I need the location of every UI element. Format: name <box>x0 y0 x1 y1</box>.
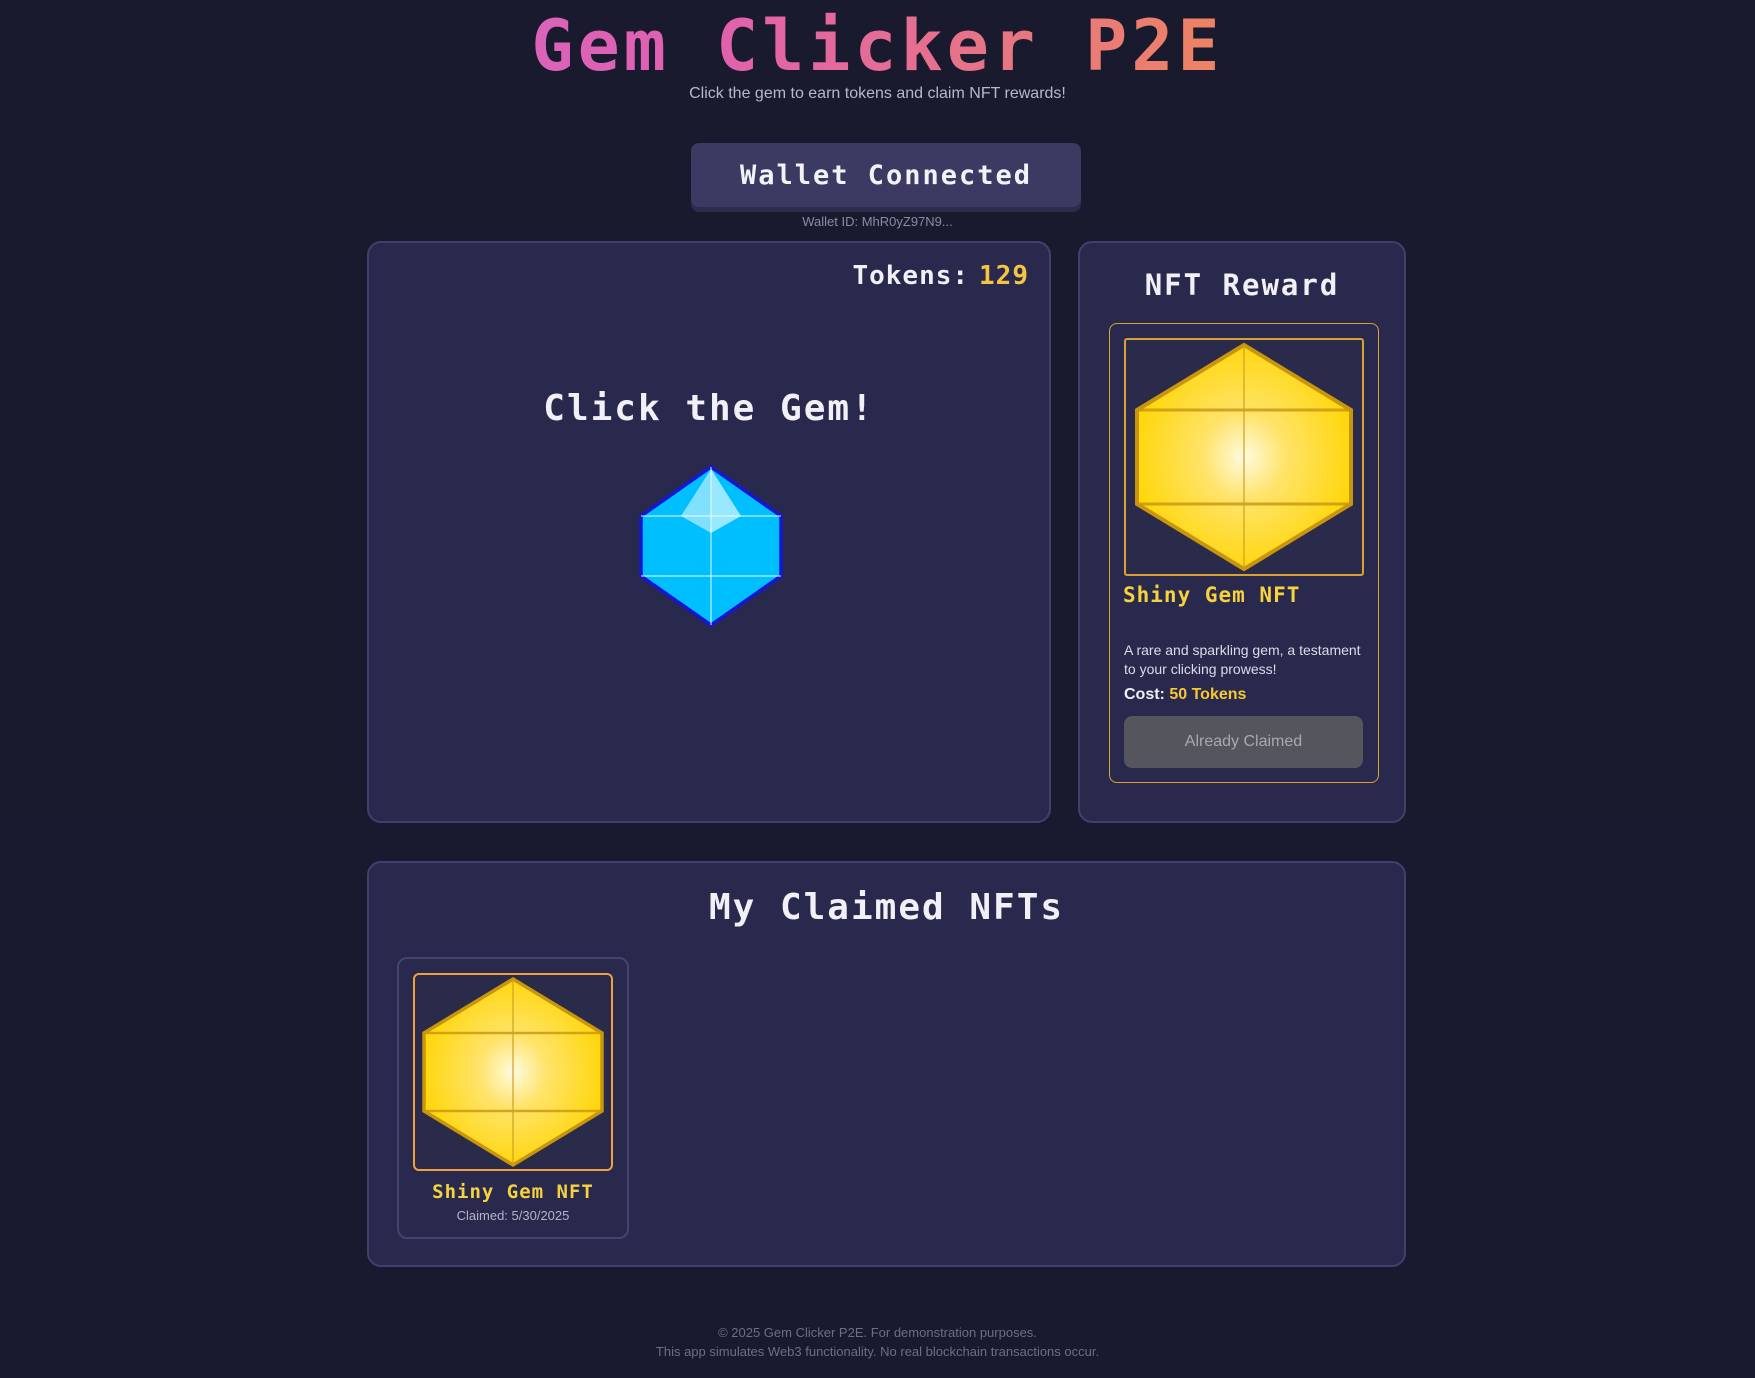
claimed-nfts-heading: My Claimed NFTs <box>708 887 1065 928</box>
claimed-nft-name: Shiny Gem NFT <box>432 1181 594 1203</box>
golden-gem-icon <box>422 976 604 1168</box>
gem-click-button[interactable] <box>637 463 785 629</box>
nft-cost-value: 50 Tokens <box>1169 686 1247 703</box>
nft-image <box>1124 338 1364 576</box>
nft-name: Shiny Gem NFT <box>1123 583 1301 607</box>
nft-cost: Cost: 50 Tokens <box>1124 686 1246 704</box>
nft-reward-panel: NFT Reward Shiny Gem NFT A rare and spar… <box>1078 241 1406 823</box>
claim-nft-button[interactable]: Already Claimed <box>1124 716 1363 768</box>
claimed-nft-date: Claimed: 5/30/2025 <box>456 1208 570 1223</box>
game-panel: Tokens: 129 Click the Gem! <box>367 241 1051 823</box>
claimed-nft-card[interactable]: Shiny Gem NFT Claimed: 5/30/2025 <box>397 957 629 1239</box>
nft-cost-label: Cost: <box>1124 686 1165 703</box>
wallet-connect-button[interactable]: Wallet Connected <box>691 143 1081 207</box>
tokens-value: 129 <box>979 261 1029 291</box>
click-prompt: Click the Gem! <box>543 388 875 429</box>
footer: © 2025 Gem Clicker P2E. For demonstratio… <box>0 1323 1755 1361</box>
claimed-nfts-panel: My Claimed NFTs Shiny Gem NFT Claimed: 5… <box>367 861 1406 1267</box>
wallet-id: Wallet ID: MhR0yZ97N9... <box>802 214 953 229</box>
app-title: Gem Clicker P2E <box>0 6 1755 86</box>
nft-description: A rare and sparkling gem, a testament to… <box>1124 642 1361 677</box>
golden-gem-icon <box>1135 342 1353 572</box>
nft-card: Shiny Gem NFT A rare and sparkling gem, … <box>1109 323 1379 783</box>
token-counter: Tokens: 129 <box>852 261 1029 291</box>
footer-copyright: © 2025 Gem Clicker P2E. For demonstratio… <box>718 1325 1037 1340</box>
nft-reward-heading: NFT Reward <box>1144 268 1340 302</box>
footer-disclaimer: This app simulates Web3 functionality. N… <box>655 1344 1100 1359</box>
app-subtitle: Click the gem to earn tokens and claim N… <box>689 85 1066 102</box>
claimed-nft-image <box>413 973 613 1171</box>
tokens-label: Tokens: <box>852 261 970 291</box>
blue-gem-icon <box>639 464 783 628</box>
